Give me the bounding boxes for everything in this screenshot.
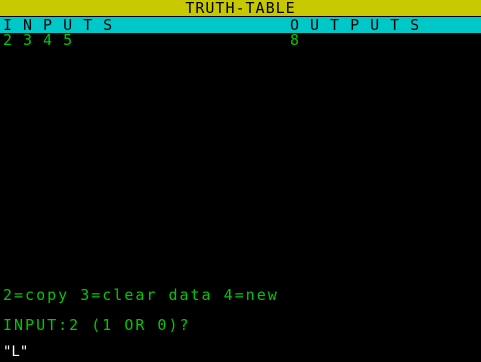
command-menu: 2=copy 3=clear data 4=new [3, 286, 279, 304]
input-prompt[interactable]: INPUT:2 (1 OR 0)? [3, 316, 191, 334]
title-bar: TRUTH-TABLE [0, 0, 481, 16]
outputs-header: OUTPUTS [290, 16, 431, 34]
input-values: 2345 [3, 31, 84, 49]
cursor-indicator[interactable]: "L" [3, 344, 28, 360]
spectrum-screen: TRUTH-TABLE INPUTS OUTPUTS 2345 8 2=copy… [0, 0, 481, 362]
page-title: TRUTH-TABLE [185, 0, 296, 17]
output-value: 8 [290, 31, 300, 49]
